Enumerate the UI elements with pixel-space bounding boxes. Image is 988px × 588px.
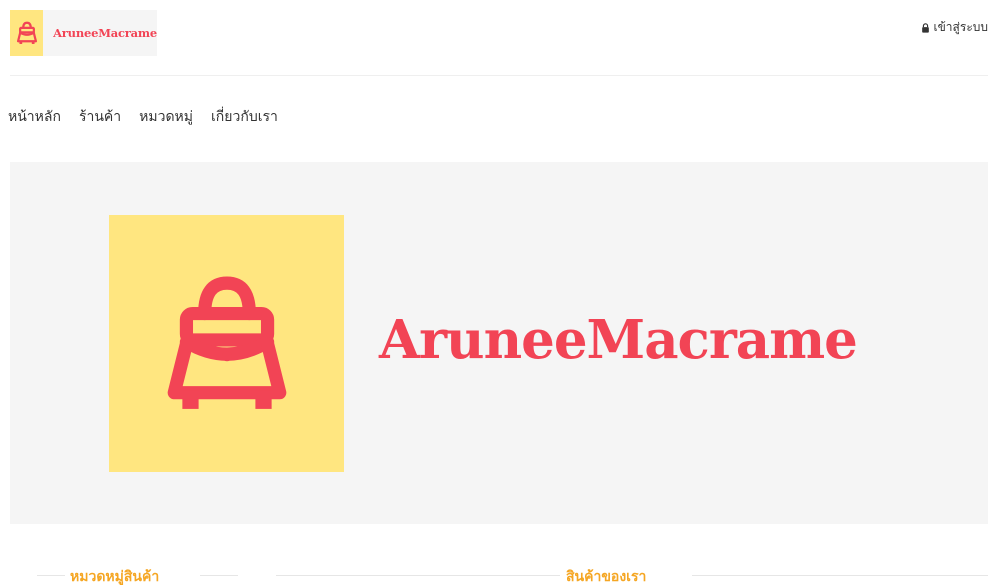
nav-item-home[interactable]: หน้าหลัก <box>8 106 61 128</box>
bag-icon <box>165 273 289 415</box>
hero-banner: AruneeMacrame <box>10 162 988 524</box>
top-bar: AruneeMacrame เข้าสู่ระบบ <box>0 0 988 75</box>
site-logo[interactable]: AruneeMacrame <box>10 10 157 56</box>
section-divider <box>200 575 238 576</box>
categories-section-title: หมวดหมู่สินค้า <box>70 566 159 588</box>
header-divider <box>10 75 988 76</box>
bag-icon <box>10 10 43 56</box>
section-divider <box>37 575 65 576</box>
nav-item-shop[interactable]: ร้านค้า <box>79 106 121 128</box>
lock-icon <box>921 23 930 33</box>
brand-name: AruneeMacrame <box>53 26 157 40</box>
nav-item-about[interactable]: เกี่ยวกับเรา <box>211 106 278 128</box>
nav-item-categories[interactable]: หมวดหมู่ <box>139 106 193 128</box>
products-section-title: สินค้าของเรา <box>566 566 646 588</box>
hero-logo-mark <box>109 215 344 472</box>
section-divider <box>276 575 560 576</box>
login-link[interactable]: เข้าสู่ระบบ <box>921 18 988 37</box>
section-divider <box>692 575 988 576</box>
hero-brand-name: AruneeMacrame <box>379 310 857 370</box>
main-nav: หน้าหลัก ร้านค้า หมวดหมู่ เกี่ยวกับเรา <box>8 106 278 128</box>
login-label: เข้าสู่ระบบ <box>934 18 988 37</box>
